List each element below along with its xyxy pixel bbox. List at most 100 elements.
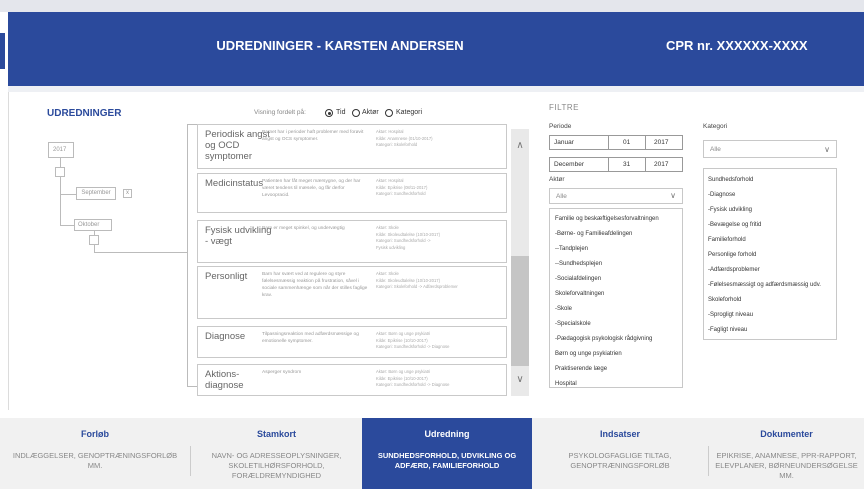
scrollbar-thumb[interactable] (511, 256, 529, 366)
period-to-day[interactable]: 31 (609, 157, 646, 172)
nav-tab-description: PSYKOLOGFAGLIGE TILTAG, GENOPTRÆNINGSFOR… (568, 451, 672, 470)
timeline-connector (60, 225, 74, 226)
list-item[interactable]: -Sprogligt niveau (708, 308, 836, 323)
list-item[interactable]: -Børne- og Familieafdelingen (555, 227, 682, 242)
period-to-year[interactable]: 2017 (646, 157, 683, 172)
list-item[interactable]: Sundhedsforhold (708, 173, 836, 188)
entry-description: Tilpasningsreaktion med adfærdsmæssige o… (262, 332, 359, 344)
nav-tab-forlob[interactable]: Forløb INDLÆGGELSER, GENOPTRÆNINGSFORLØB… (0, 418, 190, 489)
list-item[interactable]: -Pædagogisk psykologisk rådgivning (555, 332, 682, 347)
radio-kategori-label: Kategori (396, 109, 423, 116)
entry-description: Patienten har fåt meget mærsygne, og der… (262, 179, 361, 198)
list-item[interactable]: Børn og unge psykiatrien (555, 347, 682, 362)
entry-card[interactable]: Periodisk angst og OCD symptomer Barnet … (197, 124, 507, 169)
from-day-value: 01 (623, 139, 631, 146)
top-strip (0, 0, 864, 12)
entry-description: Barn har svært ved at regulere og styre … (262, 272, 368, 298)
entry-meta: Aktør: Hospital Kilde: Anamnese (01/10-2… (376, 129, 504, 149)
entry-card[interactable]: Aktions-diagnose Asperger syndrom Aktør:… (197, 364, 507, 396)
actor-label: Aktør (549, 176, 565, 183)
nav-tab-dokumenter[interactable]: Dokumenter EPIKRISE, ANAMNESE, PPR-RAPPO… (709, 418, 864, 489)
entry-meta: Aktør: Hospital Kilde: Epikrise (08/11-2… (376, 178, 504, 198)
radio-aktor[interactable] (352, 109, 360, 117)
actor-select-value: Alle (556, 193, 567, 200)
list-item[interactable]: -Diagnose (708, 188, 836, 203)
side-tab[interactable] (0, 33, 5, 69)
list-item[interactable]: -Følelsesmæssigt og adfærdsmæssig udv. (708, 278, 836, 293)
list-item[interactable]: Skoleforvaltningen (555, 287, 682, 302)
entry-meta: Aktør: Skole Kilde: Skoleudtalelse (10/1… (376, 225, 504, 251)
close-icon[interactable]: x (123, 189, 132, 198)
list-item[interactable]: --Tandplejen (555, 242, 682, 257)
timeline-year[interactable]: 2017 (48, 142, 74, 158)
category-select[interactable]: Alle ∨ (703, 140, 837, 158)
timeline-connector (94, 245, 95, 252)
list-item[interactable]: Personlige forhold (708, 248, 836, 263)
timeline-node[interactable] (55, 167, 65, 177)
nav-tab-udredning[interactable]: Udredning SUNDHEDSFORHOLD, UDVIKLING OG … (362, 418, 532, 489)
entry-card[interactable]: Fysisk udvikling - vægt Barn er meget sp… (197, 220, 507, 263)
list-item[interactable]: -Socialafdelingen (555, 272, 682, 287)
from-year-value: 2017 (654, 139, 669, 146)
period-to-month[interactable]: December (549, 157, 609, 172)
entry-meta: Aktør: Børn og unge psykiatri Kilde: Epi… (376, 331, 504, 351)
list-item[interactable]: -Fysisk udvikling (708, 203, 836, 218)
radio-tid-label: Tid (336, 109, 346, 116)
entry-description: Barn er meget spinkel, og undervægtig (262, 226, 345, 231)
list-item[interactable]: -Bevægelse og fritid (708, 218, 836, 233)
timeline-connector (60, 177, 61, 225)
section-title: UDREDNINGER (47, 108, 122, 119)
period-from-month[interactable]: Januar (549, 135, 609, 150)
nav-tab-description: EPIKRISE, ANAMNESE, PPR-RAPPORT, ELEVPLA… (715, 451, 858, 480)
list-item[interactable]: Hospital (555, 377, 682, 392)
period-from-day[interactable]: 01 (609, 135, 646, 150)
period-from-year[interactable]: 2017 (646, 135, 683, 150)
list-item[interactable]: Familie og beskæftigelsesforvaltningen (555, 212, 682, 227)
list-item[interactable]: -Specialskole (555, 317, 682, 332)
page-title: UDREDNINGER - KARSTEN ANDERSEN (216, 38, 464, 53)
timeline-node[interactable] (89, 235, 99, 245)
entry-meta: Aktør: Skole Kilde: Skoleudtalelse (10/1… (376, 271, 504, 291)
from-month-value: Januar (554, 139, 574, 146)
list-item[interactable]: -Fagligt niveau (708, 323, 836, 338)
view-label: Visning fordelt på: (254, 109, 306, 116)
list-item[interactable]: Skoleforhold (708, 293, 836, 308)
nav-tab-heading: Forløb (81, 429, 109, 439)
entry-category: Kategori: Skoleforhold -> Adfærdsproblem… (376, 284, 458, 289)
list-item[interactable]: Praktiserende læge (555, 362, 682, 377)
entry-description: Asperger syndrom (262, 370, 302, 375)
radio-tid[interactable] (325, 109, 333, 117)
timeline-branch (187, 386, 197, 387)
timeline-month-oktober[interactable]: Oktober (74, 219, 112, 231)
actor-list[interactable]: Familie og beskæftigelsesforvaltningen -B… (549, 208, 683, 388)
nav-tab-indsatser[interactable]: Indsatser PSYKOLOGFAGLIGE TILTAG, GENOPT… (532, 418, 708, 489)
scroll-up-icon[interactable]: ∧ (511, 140, 529, 151)
radio-kategori[interactable] (385, 109, 393, 117)
nav-tab-description: NAVN- OG ADRESSEOPLYSNINGER, SKOLETILHØR… (211, 451, 342, 480)
chevron-down-icon: ∨ (670, 191, 676, 200)
category-label: Kategori (703, 123, 728, 130)
list-item[interactable]: -Adfærdsproblemer (708, 263, 836, 278)
nav-tab-description: SUNDHEDSFORHOLD, UDVIKLING OG ADFÆRD, FA… (377, 451, 517, 470)
entry-category: Kategori: Skoleforhold (376, 142, 418, 147)
timeline-month-september[interactable]: September (76, 187, 116, 200)
nav-tab-heading: Udredning (424, 429, 470, 439)
chevron-down-icon: ∨ (824, 145, 830, 154)
list-item[interactable]: --Sundhedsplejen (555, 257, 682, 272)
header-band (8, 86, 864, 92)
scroll-down-icon[interactable]: ∨ (511, 374, 529, 385)
list-item[interactable]: -Skole (555, 302, 682, 317)
list-item[interactable]: Familieforhold (708, 233, 836, 248)
timeline-connector (94, 252, 187, 253)
entry-category: Kategori: Sundhedsforhold (376, 191, 426, 196)
category-select-value: Alle (710, 146, 721, 153)
entry-card[interactable]: Personligt Barn har svært ved at reguler… (197, 266, 507, 319)
timeline-trunk (187, 124, 188, 386)
entry-card[interactable]: Diagnose Tilpasningsreaktion med adfærds… (197, 326, 507, 358)
to-day-value: 31 (623, 161, 631, 168)
nav-tab-heading: Stamkort (256, 429, 296, 439)
actor-select[interactable]: Alle ∨ (549, 188, 683, 204)
nav-tab-stamkort[interactable]: Stamkort NAVN- OG ADRESSEOPLYSNINGER, SK… (191, 418, 362, 489)
entry-card[interactable]: Medicinstatus Patienten har fåt meget mæ… (197, 173, 507, 213)
category-list[interactable]: Sundhedsforhold -Diagnose -Fysisk udviklin… (703, 168, 837, 340)
